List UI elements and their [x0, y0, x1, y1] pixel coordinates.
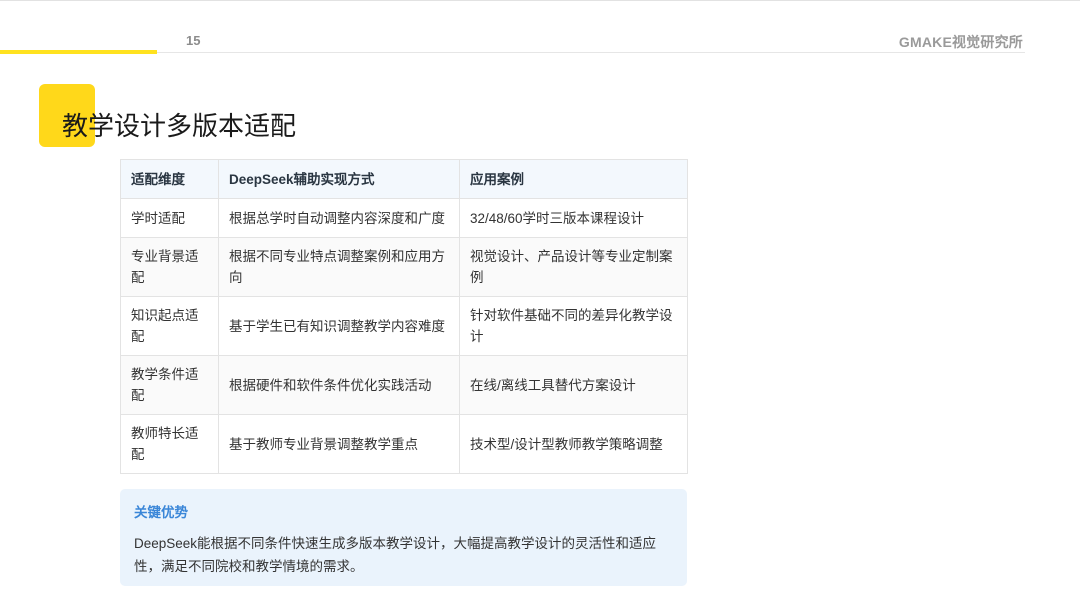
header-accent-bar: [0, 50, 157, 54]
table-cell-method: 基于学生已有知识调整教学内容难度: [218, 296, 460, 356]
column-header: 应用案例: [459, 159, 688, 199]
table-cell-case: 32/48/60学时三版本课程设计: [459, 198, 688, 238]
slide-title: 教学设计多版本适配: [62, 112, 297, 142]
key-advantage-callout: 关键优势 DeepSeek能根据不同条件快速生成多版本教学设计，大幅提高教学设计…: [120, 489, 687, 586]
table-cell-dimension: 专业背景适配: [120, 237, 219, 297]
table-cell-method: 根据硬件和软件条件优化实践活动: [218, 355, 460, 415]
brand-label: GMAKE视觉研究所: [898, 34, 1023, 50]
top-border: [0, 0, 1080, 1]
table-cell-dimension: 知识起点适配: [120, 296, 219, 356]
table-row: 知识起点适配 基于学生已有知识调整教学内容难度 针对软件基础不同的差异化教学设计: [120, 296, 688, 356]
table-cell-dimension: 教师特长适配: [120, 414, 219, 474]
table-cell-case: 技术型/设计型教师教学策略调整: [459, 414, 688, 474]
table-cell-case: 在线/离线工具替代方案设计: [459, 355, 688, 415]
column-header: 适配维度: [120, 159, 219, 199]
table-cell-method: 基于教师专业背景调整教学重点: [218, 414, 460, 474]
table-row: 专业背景适配 根据不同专业特点调整案例和应用方向 视觉设计、产品设计等专业定制案…: [120, 237, 688, 297]
adaptation-table: 适配维度 DeepSeek辅助实现方式 应用案例 学时适配 根据总学时自动调整内…: [120, 159, 688, 474]
callout-text: DeepSeek能根据不同条件快速生成多版本教学设计，大幅提高教学设计的灵活性和…: [134, 536, 657, 574]
callout-title: 关键优势: [134, 505, 188, 520]
table-cell-dimension: 教学条件适配: [120, 355, 219, 415]
table-cell-method: 根据总学时自动调整内容深度和广度: [218, 198, 460, 238]
table-cell-case: 视觉设计、产品设计等专业定制案例: [459, 237, 688, 297]
table-row: 教学条件适配 根据硬件和软件条件优化实践活动 在线/离线工具替代方案设计: [120, 355, 688, 415]
table-row: 教师特长适配 基于教师专业背景调整教学重点 技术型/设计型教师教学策略调整: [120, 414, 688, 474]
table-header-row: 适配维度 DeepSeek辅助实现方式 应用案例: [120, 159, 688, 199]
table-cell-case: 针对软件基础不同的差异化教学设计: [459, 296, 688, 356]
page-number: 15: [186, 33, 201, 48]
table-cell-method: 根据不同专业特点调整案例和应用方向: [218, 237, 460, 297]
table-row: 学时适配 根据总学时自动调整内容深度和广度 32/48/60学时三版本课程设计: [120, 198, 688, 238]
column-header: DeepSeek辅助实现方式: [218, 159, 460, 199]
table-cell-dimension: 学时适配: [120, 198, 219, 238]
